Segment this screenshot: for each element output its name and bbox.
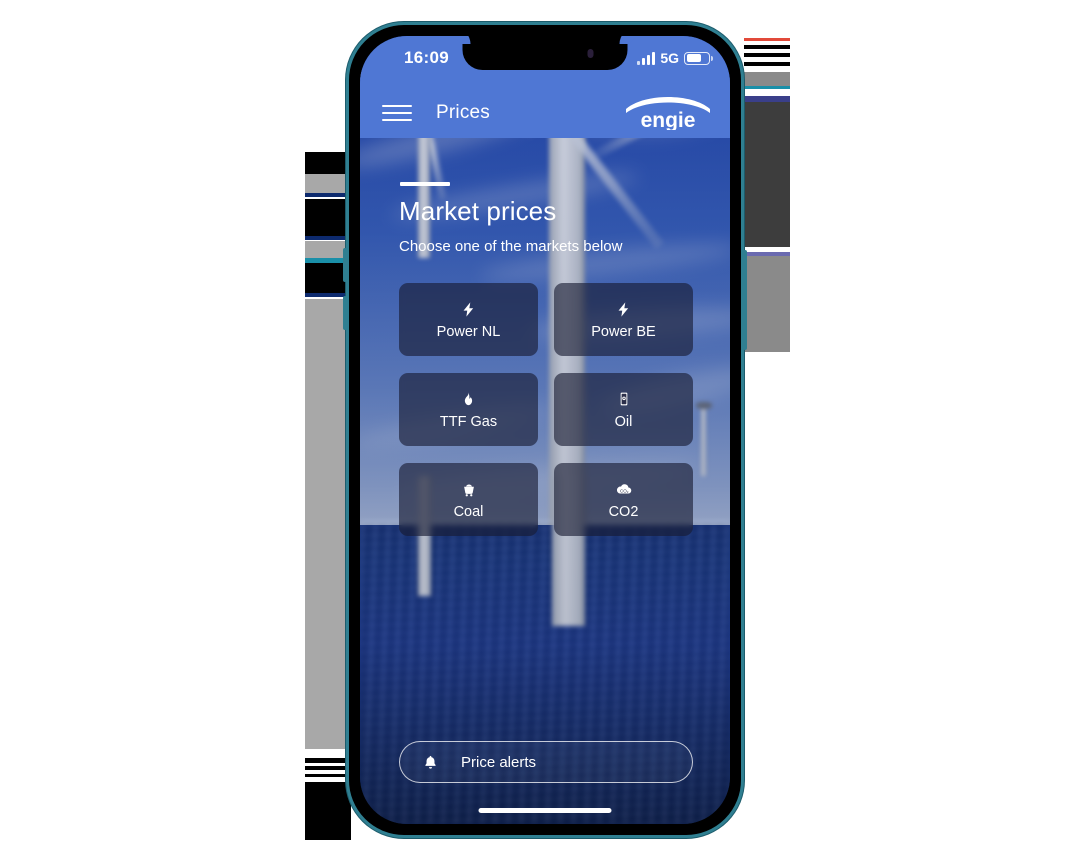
home-indicator[interactable] — [478, 808, 612, 813]
status-bar-clock: 16:09 — [404, 48, 449, 67]
market-card-coal[interactable]: Coal — [399, 463, 538, 536]
hamburger-menu-icon[interactable] — [382, 100, 412, 126]
battery-icon — [684, 51, 713, 65]
power-button[interactable] — [743, 250, 747, 350]
render-artifact — [744, 45, 790, 49]
market-card-ttf-gas[interactable]: TTF Gas — [399, 373, 538, 446]
render-artifact — [744, 247, 790, 251]
render-artifact — [744, 256, 790, 352]
app-bar-title: Prices — [436, 102, 490, 123]
page-title: Market prices — [399, 196, 557, 226]
render-artifact — [305, 199, 351, 237]
svg-text:CO₂: CO₂ — [620, 488, 629, 493]
market-card-label: Power BE — [591, 324, 656, 340]
render-artifact — [744, 352, 790, 356]
render-artifact — [305, 753, 351, 756]
render-artifact — [305, 299, 351, 749]
signal-bars-icon — [637, 51, 656, 65]
render-artifact — [305, 782, 351, 840]
render-artifact — [305, 758, 351, 763]
app-bar: Prices engie — [360, 88, 730, 138]
battery-fill — [686, 54, 702, 62]
market-card-power-nl[interactable]: Power NL — [399, 283, 538, 356]
render-artifact — [744, 38, 790, 41]
market-card-label: Oil — [614, 414, 633, 430]
phone-device-frame: 16:09 5G Prices engie Market prices Choo… — [346, 22, 744, 838]
market-card-co2[interactable]: CO₂ CO2 — [554, 463, 693, 536]
page-subtitle: Choose one of the markets below — [399, 238, 623, 255]
render-artifact — [744, 53, 790, 57]
price-alerts-label: Price alerts — [461, 753, 537, 771]
render-artifact — [744, 86, 790, 89]
volume-down-button[interactable] — [343, 296, 347, 330]
cloud-icon: CO₂ — [615, 479, 633, 499]
render-artifact — [744, 102, 790, 247]
svg-text:engie: engie — [641, 109, 696, 130]
front-camera-icon — [587, 49, 594, 58]
volume-up-button[interactable] — [343, 248, 347, 282]
bell-icon — [422, 754, 439, 771]
render-artifact — [305, 774, 351, 777]
engie-logo: engie — [622, 96, 714, 132]
coal-cart-icon — [460, 479, 478, 499]
oil-barrel-icon — [616, 389, 632, 409]
render-artifact — [305, 193, 351, 197]
screen-content: Market prices Choose one of the markets … — [360, 138, 730, 824]
render-artifact — [744, 72, 790, 86]
flame-icon — [460, 389, 477, 409]
market-card-label: CO2 — [608, 504, 639, 520]
market-card-label: Power NL — [436, 324, 501, 340]
phone-screen: 16:09 5G Prices engie Market prices Choo… — [360, 36, 730, 824]
market-card-label: TTF Gas — [439, 414, 498, 430]
title-accent-rule — [400, 182, 450, 186]
network-type-label: 5G — [660, 50, 679, 66]
render-artifact — [305, 236, 351, 240]
price-alerts-button[interactable]: Price alerts — [399, 741, 693, 783]
market-card-power-be[interactable]: Power BE — [554, 283, 693, 356]
phone-notch — [462, 36, 628, 70]
market-card-oil[interactable]: Oil — [554, 373, 693, 446]
market-card-label: Coal — [453, 504, 484, 520]
status-bar-indicators: 5G — [637, 50, 713, 66]
render-artifact — [744, 62, 790, 66]
lightning-bolt-icon — [615, 299, 632, 319]
render-artifact — [305, 766, 351, 770]
lightning-bolt-icon — [460, 299, 477, 319]
market-grid: Power NL Power BE TTF Gas Oil Coal CO₂ C… — [399, 283, 693, 536]
